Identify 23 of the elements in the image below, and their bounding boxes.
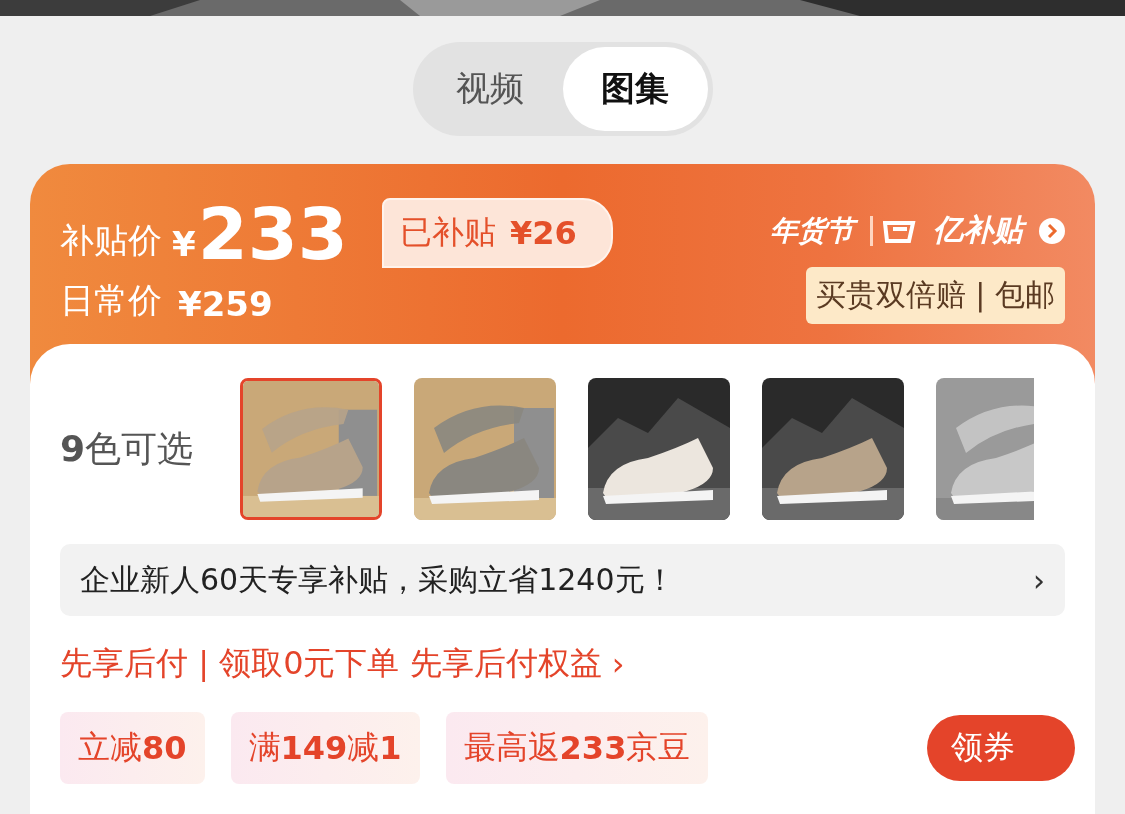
subsidy-banner[interactable]: 企业新人60天专享补贴，采购立省1240元！ › [60,544,1065,616]
badge-amount: ¥26 [509,214,577,252]
guarantee-tag: 买贵双倍赔 | 包邮 [805,267,1065,324]
pay-later-link[interactable]: 先享后付 | 领取0元下单 先享后付权益 [60,642,602,686]
coupon-tag: 立减80 [60,712,205,784]
subsidy-price: 233 [197,198,348,270]
tab[interactable]: 视频 [417,47,563,131]
badge-label: 已补贴 [399,212,496,253]
coupon-tag: 最高返233京豆 [445,712,709,784]
chevron-icon[interactable] [1039,217,1065,244]
price-label: 日常价 [60,279,162,322]
chevron-icon: › [1033,562,1045,598]
divider-icon [870,215,873,246]
claim-coupon-button[interactable]: 领券 [927,715,1075,781]
price-label: 补贴价 [60,219,162,262]
coupon-tag: 满149减1 [230,712,420,784]
chevron-icon: › [611,645,625,683]
regular-price: ¥259 [178,284,273,324]
banner-text: 企业新人60天专享补贴，采购立省1240元！ [80,560,675,599]
currency-sign: ¥ [172,224,196,266]
color-count: 9色可选 [60,426,195,471]
tab[interactable]: 图集 [562,47,708,131]
festival-logo: 年货节 [764,211,860,250]
